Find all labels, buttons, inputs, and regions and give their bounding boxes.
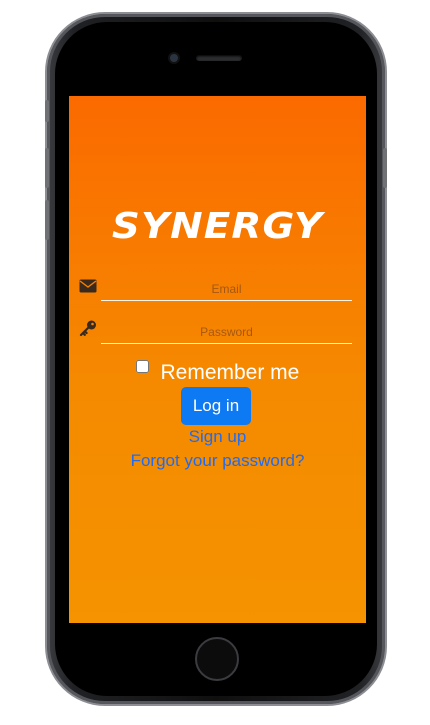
mute-switch bbox=[45, 100, 49, 122]
password-row bbox=[79, 320, 354, 345]
earpiece-speaker bbox=[196, 55, 242, 61]
forgot-password-link[interactable]: Forgot your password? bbox=[69, 451, 366, 471]
remember-row: Remember me bbox=[69, 360, 366, 385]
device-mockup: SYNERGY Remember me bbox=[0, 0, 430, 725]
remember-label: Remember me bbox=[160, 361, 300, 384]
key-icon bbox=[79, 320, 99, 341]
envelope-icon bbox=[79, 278, 99, 298]
app-logo: SYNERGY bbox=[111, 206, 324, 247]
email-row bbox=[79, 278, 354, 302]
remember-checkbox[interactable] bbox=[135, 360, 149, 373]
email-field[interactable] bbox=[101, 278, 352, 301]
login-button[interactable]: Log in bbox=[181, 387, 251, 425]
signup-link[interactable]: Sign up bbox=[69, 427, 366, 447]
login-screen: SYNERGY Remember me bbox=[69, 96, 366, 623]
home-button[interactable] bbox=[195, 637, 239, 681]
password-field[interactable] bbox=[101, 321, 352, 344]
volume-down-button bbox=[45, 200, 49, 240]
power-button bbox=[383, 148, 387, 188]
front-camera bbox=[170, 54, 178, 62]
volume-up-button bbox=[45, 148, 49, 188]
